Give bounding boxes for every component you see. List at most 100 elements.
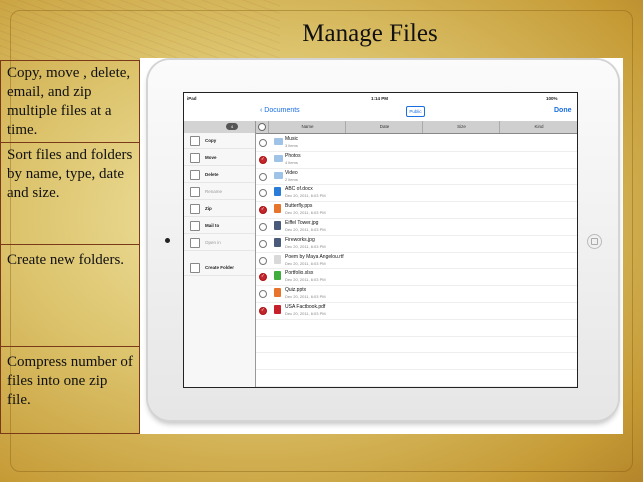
file-row[interactable]: Video 2 items [256,168,577,186]
move-icon [190,153,200,163]
row-checkbox[interactable] [259,273,267,282]
rename-icon [190,187,200,197]
column-date[interactable]: Date [345,121,423,133]
file-name: Fireworks.jpg [285,236,315,243]
file-row[interactable]: Eiffel Tower.jpg Dec 20, 2011, 6:03 PM [256,218,577,236]
file-detail: Dec 20, 2011, 6:03 PM [285,243,326,249]
file-name: Music [285,136,299,142]
battery-label: 100% [546,96,558,101]
select-all-checkbox[interactable] [258,123,266,131]
file-name: Poem by Maya Angelou.rtf [285,253,344,260]
nav-bar: ‹ Documents Public Done [184,103,577,122]
selection-header: 4 [184,121,255,133]
row-checkbox[interactable] [259,239,267,248]
column-size[interactable]: Size [422,121,500,133]
row-checkbox[interactable] [259,155,267,164]
folder-icon [274,138,283,145]
column-name[interactable]: Name [268,121,346,133]
row-checkbox[interactable] [259,189,267,198]
ipad-screen: iPad 1:14 PM 100% ‹ Documents Public Don… [183,92,578,388]
file-detail: Dec 20, 2011, 6:03 PM [285,210,326,216]
camera-dot [165,238,170,243]
action-label: Mail to [205,223,220,228]
action-label: Copy [205,138,217,143]
clock-label: 1:14 PM [371,96,389,101]
action-label: Zip [205,206,212,211]
empty-row [256,336,577,354]
row-checkbox[interactable] [259,290,267,299]
file-row[interactable]: Photos4 items [256,151,577,169]
pptx-file-icon [274,288,281,298]
file-detail: Dec 20, 2011, 6:03 PM [285,260,326,266]
action-open-in[interactable]: Open in [184,235,255,251]
file-name: ABC of.docx [285,186,313,193]
file-name: Photos [285,152,301,159]
row-checkbox[interactable] [259,139,267,147]
row-checkbox[interactable] [259,223,267,231]
action-zip[interactable]: Zip [184,201,255,217]
file-row[interactable]: Poem by Maya Angelou.rtf Dec 20, 2011, 6:… [256,252,577,270]
copy-icon [190,136,200,146]
action-label: Rename [205,189,223,194]
jpg-file-icon [274,221,281,230]
feature-item-folders: Create new folders. [1,245,139,347]
row-checkbox[interactable] [259,307,267,315]
file-detail: Dec 20, 2011, 6:03 PM [285,193,326,199]
action-create-folder[interactable]: Create Folder [184,260,255,276]
action-delete[interactable]: Delete [184,167,255,183]
column-header-bar: Name Date Size Kind [256,121,577,134]
feature-item-sorting: Sort files and folders by name, type, da… [1,143,139,245]
docx-file-icon [274,187,281,197]
folder-icon [190,263,200,273]
public-button[interactable]: Public [406,106,425,117]
row-checkbox[interactable] [259,256,267,265]
file-row[interactable]: Butterfly.ppsDec 20, 2011, 6:03 PM [256,201,577,219]
open-in-icon [190,238,200,248]
file-name: Quiz.pptx [285,287,307,294]
folder-icon [274,171,283,179]
jpg-file-icon [274,237,281,247]
file-name: Portfolio.xlsx [285,270,314,277]
action-mail-to[interactable]: Mail to [184,218,255,234]
file-row[interactable]: ABC of.docx Dec 20, 2011, 6:03 PM [256,184,577,203]
rtf-file-icon [274,254,281,264]
back-button-label: Documents [264,107,300,114]
file-name: Eiffel Tower.jpg [285,220,319,226]
file-detail: Dec 20, 2011, 6:03 PM [285,227,326,232]
empty-row [256,352,577,371]
action-copy[interactable]: Copy [184,133,255,149]
pdf-file-icon [274,305,281,314]
file-detail: 3 items [285,143,298,148]
status-bar: iPad 1:14 PM 100% [184,93,577,103]
action-move[interactable]: Move [184,150,255,166]
mail-icon [190,221,200,231]
background-stamp-texture [0,0,280,60]
file-name: Butterfly.pps [285,203,313,210]
row-checkbox[interactable] [259,172,267,181]
action-rename[interactable]: Rename [184,184,255,200]
carrier-label: iPad [187,96,197,101]
file-row[interactable]: USA Factbook.pdfDec 20, 2011, 6:03 PM [256,302,577,320]
page-title: Manage Files [302,20,438,47]
file-detail: Dec 20, 2011, 6:03 PM [285,277,326,283]
file-row[interactable]: Fireworks.jpg Dec 20, 2011, 6:03 PM [256,235,577,253]
pps-file-icon [274,204,281,214]
column-kind[interactable]: Kind [499,121,577,133]
file-row[interactable]: Portfolio.xlsxDec 20, 2011, 6:03 PM [256,268,577,287]
file-detail: Dec 20, 2011, 6:03 PM [285,294,326,300]
file-row[interactable]: Music 3 items [256,134,577,152]
file-row[interactable]: Quiz.pptx Dec 20, 2011, 6:03 PM [256,285,577,303]
action-label: Move [205,155,217,160]
file-detail: 4 items [285,159,298,165]
empty-row [256,369,577,387]
file-name: USA Factbook.pdf [285,304,326,310]
home-button[interactable] [587,234,602,249]
done-button[interactable]: Done [554,107,572,114]
folder-icon [274,154,283,162]
back-button[interactable]: ‹ Documents [260,107,300,114]
trash-icon [190,170,200,180]
selected-count-badge: 4 [226,123,238,130]
feature-item-zip: Compress number of files into one zip fi… [7,354,133,408]
feature-item-batch-actions: Copy, move , delete, email, and zip mult… [1,61,139,143]
row-checkbox[interactable] [259,206,267,215]
